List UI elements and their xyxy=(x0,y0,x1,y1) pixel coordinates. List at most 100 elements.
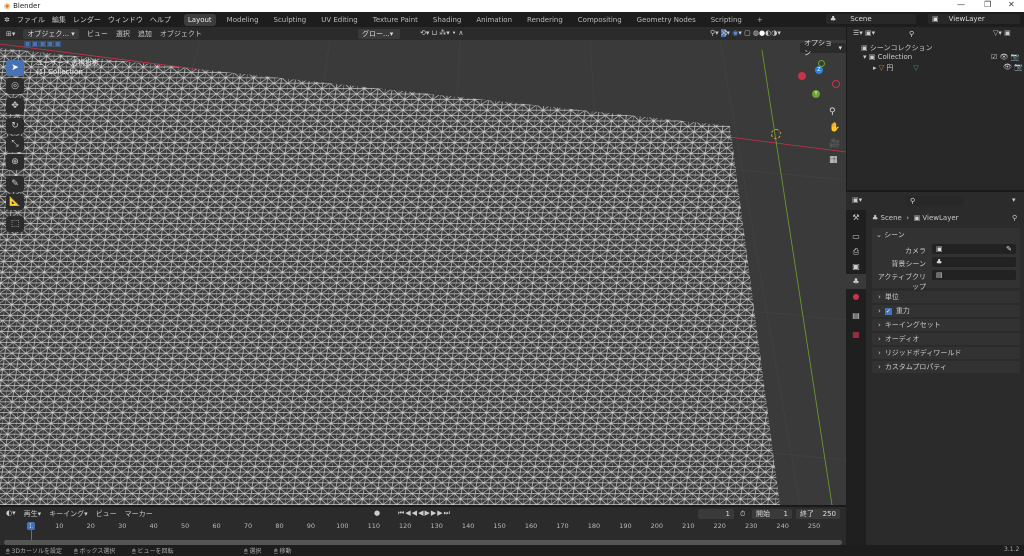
scene-tab-icon[interactable]: ♣ xyxy=(846,274,866,289)
scene-icon: ♣ xyxy=(936,258,943,266)
pivot-icon[interactable]: ⟲▾ ⊔ ⁂▾ • ∧ xyxy=(420,29,464,37)
viewport-nav-buttons[interactable]: ⚲ ✋ 🎥 ▦ xyxy=(829,104,840,168)
gravity-checkbox[interactable]: ✓ xyxy=(884,307,892,315)
shading-icons[interactable]: ⚲▾ ⤨▾ ◉▾ ▢ ◍●◐◑▾ xyxy=(710,29,781,38)
view-layer-tab-icon[interactable]: ▣ xyxy=(846,259,866,274)
mode-selector[interactable]: オブジェク... ▾ xyxy=(23,28,79,39)
menu-render[interactable]: レンダー xyxy=(73,15,101,25)
annotate-tool-icon[interactable]: ✎ xyxy=(6,176,24,192)
gizmo-y-icon[interactable]: Y xyxy=(812,90,820,98)
object-row[interactable]: ▸ ▽ 円 ▽ 👁 📷 xyxy=(873,63,1023,73)
properties-editor-type-icon[interactable]: ▣▾ xyxy=(852,196,862,204)
current-frame-field[interactable]: 1 xyxy=(698,509,734,519)
tab-layout[interactable]: Layout xyxy=(183,13,216,26)
menu-help[interactable]: ヘルプ xyxy=(150,15,171,25)
3d-viewport[interactable]: ▣▣▣▣▣ ➤ ◎ ✥ ↻ ⤡ ⊕ ✎ 📐 ⬚ ユーザー・透視投影 (1) Co… xyxy=(0,40,846,505)
tab-modeling[interactable]: Modeling xyxy=(223,14,263,26)
select-tool-icon[interactable]: ➤ xyxy=(6,60,24,76)
view-layer-selector[interactable]: ▣ ViewLayer xyxy=(928,14,1020,24)
add-workspace-button[interactable]: + xyxy=(753,14,767,26)
texture-tab-icon[interactable]: ▦ xyxy=(846,327,866,342)
tab-compositing[interactable]: Compositing xyxy=(574,14,626,26)
tab-rendering[interactable]: Rendering xyxy=(523,14,567,26)
visibility-icons[interactable]: ☑ 👁 📷 xyxy=(991,53,1019,61)
tab-shading[interactable]: Shading xyxy=(429,14,465,26)
panel-audio[interactable]: › オーディオ xyxy=(872,333,1020,345)
scene-collection-label: シーンコレクション xyxy=(869,44,933,52)
background-scene-field[interactable]: ♣ xyxy=(932,257,1016,267)
tool-tab-icon[interactable]: ⚒ xyxy=(846,210,866,225)
camera-field[interactable]: ▣ ✎ xyxy=(932,244,1016,254)
move-tool-icon[interactable]: ✥ xyxy=(6,98,24,114)
end-frame-field[interactable]: 終了 250 xyxy=(796,509,840,519)
pin-icon[interactable]: ⚲ xyxy=(1012,214,1017,222)
editor-type-icon[interactable]: ⊞▾ xyxy=(6,30,15,38)
tab-sculpting[interactable]: Sculpting xyxy=(270,14,311,26)
menu-view[interactable]: ビュー xyxy=(87,29,108,39)
tab-geometry-nodes[interactable]: Geometry Nodes xyxy=(633,14,700,26)
minimize-button[interactable]: — xyxy=(957,0,965,9)
panel-keying-sets[interactable]: › キーイングセット xyxy=(872,319,1020,331)
render-tab-icon[interactable]: ▭ xyxy=(846,229,866,244)
cursor-tool-icon[interactable]: ◎ xyxy=(6,78,24,94)
scene-panel-header[interactable]: ⌄ シーン xyxy=(876,230,905,240)
menu-select[interactable]: 選択 xyxy=(116,29,130,39)
record-button[interactable]: ● xyxy=(374,509,380,517)
panel-units[interactable]: › 単位 xyxy=(872,291,1020,303)
navigation-gizmo[interactable]: Z Y xyxy=(796,58,842,104)
collection-tab-icon[interactable]: ▤ xyxy=(846,308,866,323)
eyedropper-icon[interactable]: ✎ xyxy=(1006,245,1012,253)
clock-icon[interactable]: ⏱ xyxy=(740,510,745,519)
active-clip-field[interactable]: ▤ xyxy=(932,270,1016,280)
gizmo-x-icon[interactable] xyxy=(798,72,806,80)
panel-rigid-body-world[interactable]: › リジッドボディワールド xyxy=(872,347,1020,359)
tab-animation[interactable]: Animation xyxy=(472,14,516,26)
menu-marker[interactable]: マーカー xyxy=(125,509,153,519)
zoom-icon[interactable]: ⚲ xyxy=(829,104,840,120)
tab-uv-editing[interactable]: UV Editing xyxy=(317,14,362,26)
panel-gravity[interactable]: › ✓ 重力 xyxy=(872,305,1020,317)
playback-controls[interactable]: ⏮◀◀◀▶▶▶⏭ xyxy=(398,509,451,518)
scale-tool-icon[interactable]: ⤡ xyxy=(6,136,24,152)
editor-type-icon[interactable]: ◐▾ xyxy=(6,509,16,519)
gizmo-z-icon[interactable]: Z xyxy=(815,66,823,74)
outliner-search-input[interactable]: ⚲ xyxy=(905,29,963,39)
menu-keying[interactable]: キーイング▾ xyxy=(49,509,88,519)
world-tab-icon[interactable]: ● xyxy=(846,289,866,304)
scene-collection-row[interactable]: ▣ シーンコレクション xyxy=(861,43,933,53)
visibility-icons[interactable]: 👁 📷 xyxy=(1003,63,1023,71)
properties-search-input[interactable]: ⚲ xyxy=(906,196,964,206)
tab-scripting[interactable]: Scripting xyxy=(707,14,746,26)
menu-window[interactable]: ウィンドウ xyxy=(108,15,143,25)
measure-tool-icon[interactable]: 📐 xyxy=(6,194,24,210)
pan-hand-icon[interactable]: ✋ xyxy=(829,120,840,136)
panel-custom-properties[interactable]: › カスタムプロパティ xyxy=(872,361,1020,373)
menu-playback[interactable]: 再生▾ xyxy=(24,509,42,519)
close-button[interactable]: ✕ xyxy=(1008,0,1015,9)
transform-tool-icon[interactable]: ⊕ xyxy=(6,154,24,170)
maximize-button[interactable]: ❐ xyxy=(984,0,991,9)
start-frame-field[interactable]: 開始 1 xyxy=(752,509,792,519)
outliner-display-mode-icon[interactable]: ☰▾ ▣▾ xyxy=(853,29,875,37)
camera-view-icon[interactable]: 🎥 xyxy=(829,136,840,152)
gizmo-neg-x-icon[interactable] xyxy=(832,80,840,88)
menu-add[interactable]: 追加 xyxy=(138,29,152,39)
collection-row[interactable]: ▾ ▣ Collection ☑ 👁 📷 xyxy=(863,53,1023,61)
scene-selector[interactable]: ♣ Scene xyxy=(826,14,916,24)
select-mode-icons[interactable]: ▣▣▣▣▣ xyxy=(24,40,62,48)
add-cube-tool-icon[interactable]: ⬚ xyxy=(6,216,24,232)
options-dropdown[interactable]: オプション ▾ xyxy=(800,40,846,57)
filter-icon[interactable]: ▽▾ ▣ xyxy=(993,29,1011,37)
menu-object[interactable]: オブジェクト xyxy=(160,29,202,39)
menu-file[interactable]: ファイル xyxy=(17,15,45,25)
menu-edit[interactable]: 編集 xyxy=(52,15,66,25)
ortho-grid-icon[interactable]: ▦ xyxy=(829,152,840,168)
blender-menu-icon[interactable]: ✲ xyxy=(4,16,10,24)
menu-view[interactable]: ビュー xyxy=(96,509,117,519)
gizmo-neg-y-icon[interactable] xyxy=(818,60,825,67)
tab-texture-paint[interactable]: Texture Paint xyxy=(369,14,422,26)
rotate-tool-icon[interactable]: ↻ xyxy=(6,118,24,134)
output-tab-icon[interactable]: ⎙ xyxy=(846,244,866,259)
transform-orientation[interactable]: グロー... ▾ xyxy=(358,29,400,39)
properties-options-icon[interactable]: ▾ xyxy=(1012,196,1016,204)
